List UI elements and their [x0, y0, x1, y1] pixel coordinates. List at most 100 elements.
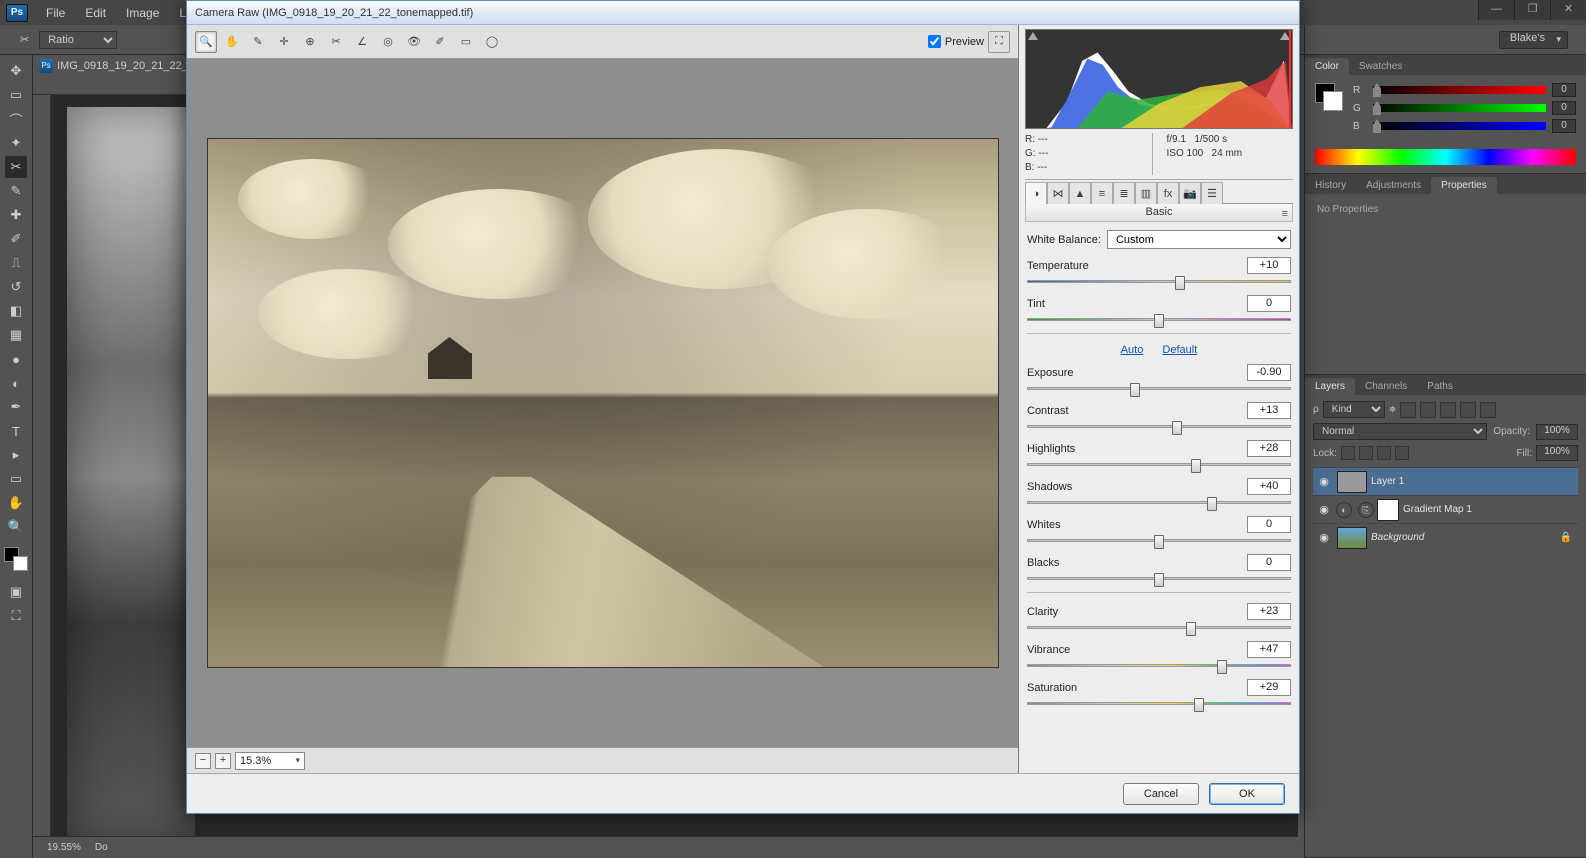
whites-value[interactable]: 0: [1247, 516, 1291, 533]
tab-layers[interactable]: Layers: [1305, 378, 1355, 395]
color-g-slider[interactable]: [1373, 104, 1546, 112]
color-spectrum[interactable]: [1315, 149, 1576, 165]
zoom-tool[interactable]: 🔍: [5, 516, 27, 538]
highlights-value[interactable]: +28: [1247, 440, 1291, 457]
acr-wb-tool[interactable]: ✎: [247, 31, 269, 53]
acr-targeted-adjust-tool[interactable]: ⊕: [299, 31, 321, 53]
contrast-slider[interactable]: [1172, 421, 1182, 435]
filter-adjust-icon[interactable]: [1420, 402, 1436, 418]
filter-smart-icon[interactable]: [1480, 402, 1496, 418]
saturation-value[interactable]: +29: [1247, 679, 1291, 696]
zoom-in-button[interactable]: +: [215, 753, 231, 769]
highlights-slider[interactable]: [1191, 459, 1201, 473]
zoom-out-button[interactable]: −: [195, 753, 211, 769]
screenmode-toggle[interactable]: ⛶: [5, 605, 27, 627]
layer-filter-kind[interactable]: Kind: [1323, 401, 1385, 418]
menu-image[interactable]: Image: [116, 6, 169, 20]
tab-paths[interactable]: Paths: [1417, 378, 1463, 395]
crop-tool[interactable]: ✂: [5, 156, 27, 178]
acr-crop-tool[interactable]: ✂: [325, 31, 347, 53]
histogram[interactable]: [1025, 29, 1293, 129]
shadows-slider[interactable]: [1207, 497, 1217, 511]
exposure-slider[interactable]: [1130, 383, 1140, 397]
marquee-tool[interactable]: ▭: [5, 84, 27, 106]
tab-lens-icon[interactable]: ▥: [1135, 182, 1157, 204]
menu-edit[interactable]: Edit: [75, 6, 116, 20]
tab-history[interactable]: History: [1305, 177, 1356, 194]
layer-name[interactable]: Background: [1371, 532, 1424, 543]
fullscreen-toggle[interactable]: ⛶: [988, 31, 1010, 53]
type-tool[interactable]: T: [5, 420, 27, 442]
layer-row[interactable]: ◉ Background 🔒: [1313, 523, 1578, 551]
status-doc-info[interactable]: Do: [95, 842, 108, 853]
color-r-value[interactable]: 0: [1552, 83, 1576, 97]
color-b-value[interactable]: 0: [1552, 119, 1576, 133]
stamp-tool[interactable]: ⎍: [5, 252, 27, 274]
brush-tool[interactable]: ✐: [5, 228, 27, 250]
lock-all-icon[interactable]: [1395, 446, 1409, 460]
ruler-vertical[interactable]: [33, 95, 51, 836]
tab-curve-icon[interactable]: ⋈: [1047, 182, 1069, 204]
gradient-tool[interactable]: ▦: [5, 324, 27, 346]
zoom-value-dropdown[interactable]: 15.3%: [235, 752, 305, 770]
eyedropper-tool[interactable]: ✎: [5, 180, 27, 202]
lasso-tool[interactable]: ⌒: [5, 108, 27, 130]
path-select-tool[interactable]: ▸: [5, 444, 27, 466]
quickmask-toggle[interactable]: ▣: [5, 581, 27, 603]
acr-adjust-brush-tool[interactable]: ✐: [429, 31, 451, 53]
tab-split-icon[interactable]: ≣: [1113, 182, 1135, 204]
filter-shape-icon[interactable]: [1460, 402, 1476, 418]
acr-redeye-tool[interactable]: 👁: [403, 31, 425, 53]
acr-hand-tool[interactable]: ✋: [221, 31, 243, 53]
dialog-titlebar[interactable]: Camera Raw (IMG_0918_19_20_21_22_tonemap…: [187, 1, 1299, 25]
lock-position-icon[interactable]: [1377, 446, 1391, 460]
filter-type-icon[interactable]: [1440, 402, 1456, 418]
tab-channels[interactable]: Channels: [1355, 378, 1417, 395]
tab-swatches[interactable]: Swatches: [1349, 58, 1412, 75]
filter-pixel-icon[interactable]: [1400, 402, 1416, 418]
lock-pixels-icon[interactable]: [1359, 446, 1373, 460]
move-tool[interactable]: ✥: [5, 60, 27, 82]
ok-button[interactable]: OK: [1209, 783, 1285, 805]
pen-tool[interactable]: ✒: [5, 396, 27, 418]
layer-mask-thumb[interactable]: [1377, 499, 1399, 521]
cancel-button[interactable]: Cancel: [1123, 783, 1199, 805]
preview-toggle[interactable]: Preview: [928, 35, 984, 48]
status-zoom[interactable]: 19.55%: [47, 842, 81, 853]
acr-preview-area[interactable]: [187, 59, 1018, 747]
temperature-slider[interactable]: [1175, 276, 1185, 290]
contrast-value[interactable]: +13: [1247, 402, 1291, 419]
menu-file[interactable]: File: [36, 6, 75, 20]
vibrance-slider[interactable]: [1217, 660, 1227, 674]
blend-mode-dropdown[interactable]: Normal: [1313, 423, 1487, 440]
tab-detail-icon[interactable]: ▲: [1069, 182, 1091, 204]
tint-value[interactable]: 0: [1247, 295, 1291, 312]
tab-camera-icon[interactable]: 📷: [1179, 182, 1201, 204]
clarity-value[interactable]: +23: [1247, 603, 1291, 620]
visibility-icon[interactable]: ◉: [1315, 503, 1333, 516]
document-tab[interactable]: Ps IMG_0918_19_20_21_22_...: [33, 55, 208, 77]
visibility-icon[interactable]: ◉: [1315, 475, 1333, 488]
exposure-value[interactable]: -0.90: [1247, 364, 1291, 381]
preview-checkbox[interactable]: [928, 35, 941, 48]
blacks-slider[interactable]: [1154, 573, 1164, 587]
color-b-slider[interactable]: [1373, 122, 1546, 130]
tab-presets-icon[interactable]: ☰: [1201, 182, 1223, 204]
auto-link[interactable]: Auto: [1121, 344, 1144, 356]
acr-radial-filter-tool[interactable]: ◯: [481, 31, 503, 53]
foreground-background-swatch[interactable]: [4, 547, 28, 571]
acr-grad-filter-tool[interactable]: ▭: [455, 31, 477, 53]
opacity-value[interactable]: 100%: [1536, 424, 1578, 440]
default-link[interactable]: Default: [1162, 344, 1197, 356]
layer-row[interactable]: ◉ ◐ ⎘ Gradient Map 1: [1313, 495, 1578, 523]
crop-ratio-dropdown[interactable]: Ratio: [39, 31, 117, 49]
visibility-icon[interactable]: ◉: [1315, 531, 1333, 544]
acr-panel-menu[interactable]: ≡: [1282, 206, 1288, 223]
clarity-slider[interactable]: [1186, 622, 1196, 636]
acr-straighten-tool[interactable]: ∠: [351, 31, 373, 53]
layer-name[interactable]: Layer 1: [1371, 476, 1404, 487]
tab-color[interactable]: Color: [1305, 58, 1349, 75]
color-swatch[interactable]: [1315, 83, 1343, 111]
white-balance-dropdown[interactable]: Custom: [1107, 230, 1291, 249]
tab-fx-icon[interactable]: fx: [1157, 182, 1179, 204]
